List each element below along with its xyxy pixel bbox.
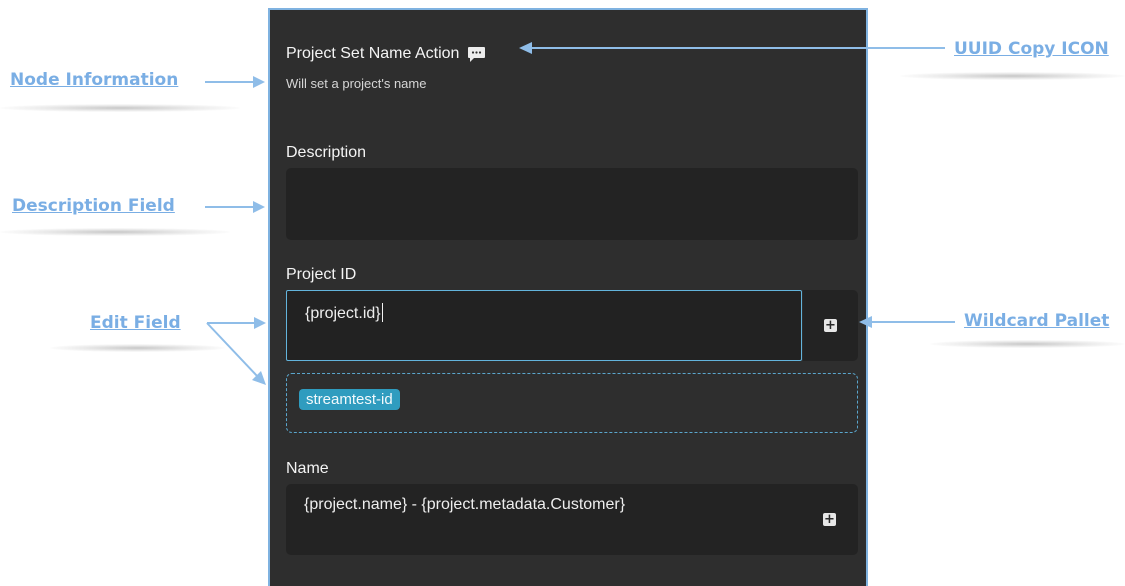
wildcard-chip[interactable]: streamtest-id xyxy=(299,389,400,410)
wildcard-drop-zone[interactable]: streamtest-id xyxy=(286,373,858,433)
annotation-shadow xyxy=(0,228,230,236)
text-caret xyxy=(381,303,383,322)
plus-square-icon: + xyxy=(824,318,837,333)
node-info-header: Project Set Name Action xyxy=(286,45,486,63)
description-label: Description xyxy=(286,144,367,161)
project-id-edit-field[interactable]: {project.id} xyxy=(286,290,802,361)
name-edit-field[interactable]: {project.name} - {project.metadata.Custo… xyxy=(286,484,858,555)
annotation-uuid-copy-icon: UUID Copy ICON xyxy=(954,39,1109,59)
annotation-node-information: Node Information xyxy=(10,70,179,90)
node-subtitle: Will set a project's name xyxy=(286,76,427,91)
description-field[interactable] xyxy=(286,168,858,240)
annotation-shadow xyxy=(930,340,1125,348)
annotation-description-field: Description Field xyxy=(12,196,175,216)
name-label: Name xyxy=(286,460,329,477)
project-id-label: Project ID xyxy=(286,266,357,283)
annotation-shadow xyxy=(50,344,225,352)
wildcard-pallet-button[interactable]: + xyxy=(803,290,858,361)
screenshot-stage: Project Set Name Action Will set a proje… xyxy=(0,0,1125,586)
project-id-value: {project.id} xyxy=(305,305,381,322)
annotation-edit-field: Edit Field xyxy=(90,313,181,333)
plus-square-icon[interactable]: + xyxy=(823,513,836,526)
annotation-wildcard-pallet: Wildcard Pallet xyxy=(964,311,1110,331)
node-title: Project Set Name Action xyxy=(286,45,460,62)
annotation-shadow xyxy=(0,104,240,112)
annotation-shadow xyxy=(900,72,1125,80)
node-config-panel: Project Set Name Action Will set a proje… xyxy=(268,8,868,586)
name-value: {project.name} - {project.metadata.Custo… xyxy=(304,496,626,513)
comment-bubble-icon[interactable] xyxy=(467,46,486,63)
